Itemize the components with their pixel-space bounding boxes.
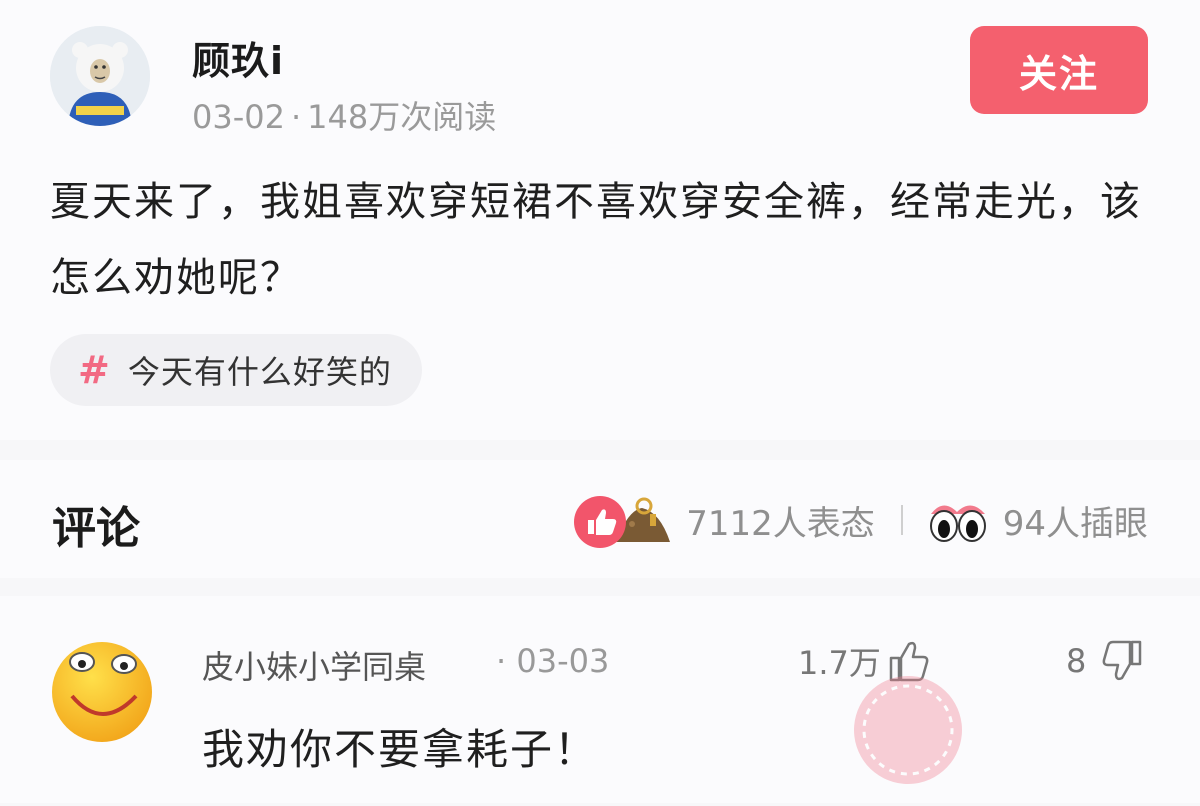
commenter-name[interactable]: 皮小妹小学同桌 [202,642,426,688]
thumb-down-outline-icon [1102,640,1142,681]
post-content: 夏天来了，我姐喜欢穿短裙不喜欢穿安全裤，经常走光，该怎么劝她呢？ [50,179,1142,301]
bear-avatar-icon [50,26,150,126]
post-meta: 03-02 · 148万次阅读 [192,92,496,138]
follow-button[interactable]: 关注 [970,26,1148,114]
author-name[interactable]: 顾玖i [192,30,284,85]
hash-icon: # [78,348,110,392]
author-avatar[interactable] [50,26,150,126]
topic-tag[interactable]: # 今天有什么好笑的 [50,334,422,406]
thumb-up-icon [574,496,627,548]
like-count: 1.7万 [798,644,881,682]
post-card: 顾玖i 03-02 · 148万次阅读 关注 夏天来了，我姐喜欢穿短裙不喜欢穿安全裤… [0,0,1200,440]
comment-text: 我劝你不要拿耗子！ [202,725,599,774]
reaction-divider [900,505,903,535]
meta-separator: · [290,98,302,136]
view-count: 148万次阅读 [307,98,497,136]
comments-header: 评论 7112人表态 94人插眼 [0,460,1200,578]
dislike-count: 8 [1066,642,1087,680]
reaction-count: 7112人表态 [686,503,875,544]
smiley-avatar-icon [52,642,152,742]
reaction-icons [570,490,680,550]
comments-title: 评论 [52,503,140,554]
topic-label: 今天有什么好笑的 [127,353,392,391]
comment-item: 皮小妹小学同桌 · 03-03 1.7万 8 我劝你不要拿耗子！ [0,596,1200,803]
reaction-summary[interactable]: 7112人表态 94人插眼 [570,490,1148,550]
post-date: 03-02 [192,98,285,136]
eyes-icon [929,505,986,542]
eyes-count: 94人插眼 [1002,503,1148,544]
comment-date: · 03-03 [496,642,610,680]
comment-dislike-button[interactable]: 8 [1066,636,1146,686]
commenter-avatar[interactable] [50,640,154,744]
